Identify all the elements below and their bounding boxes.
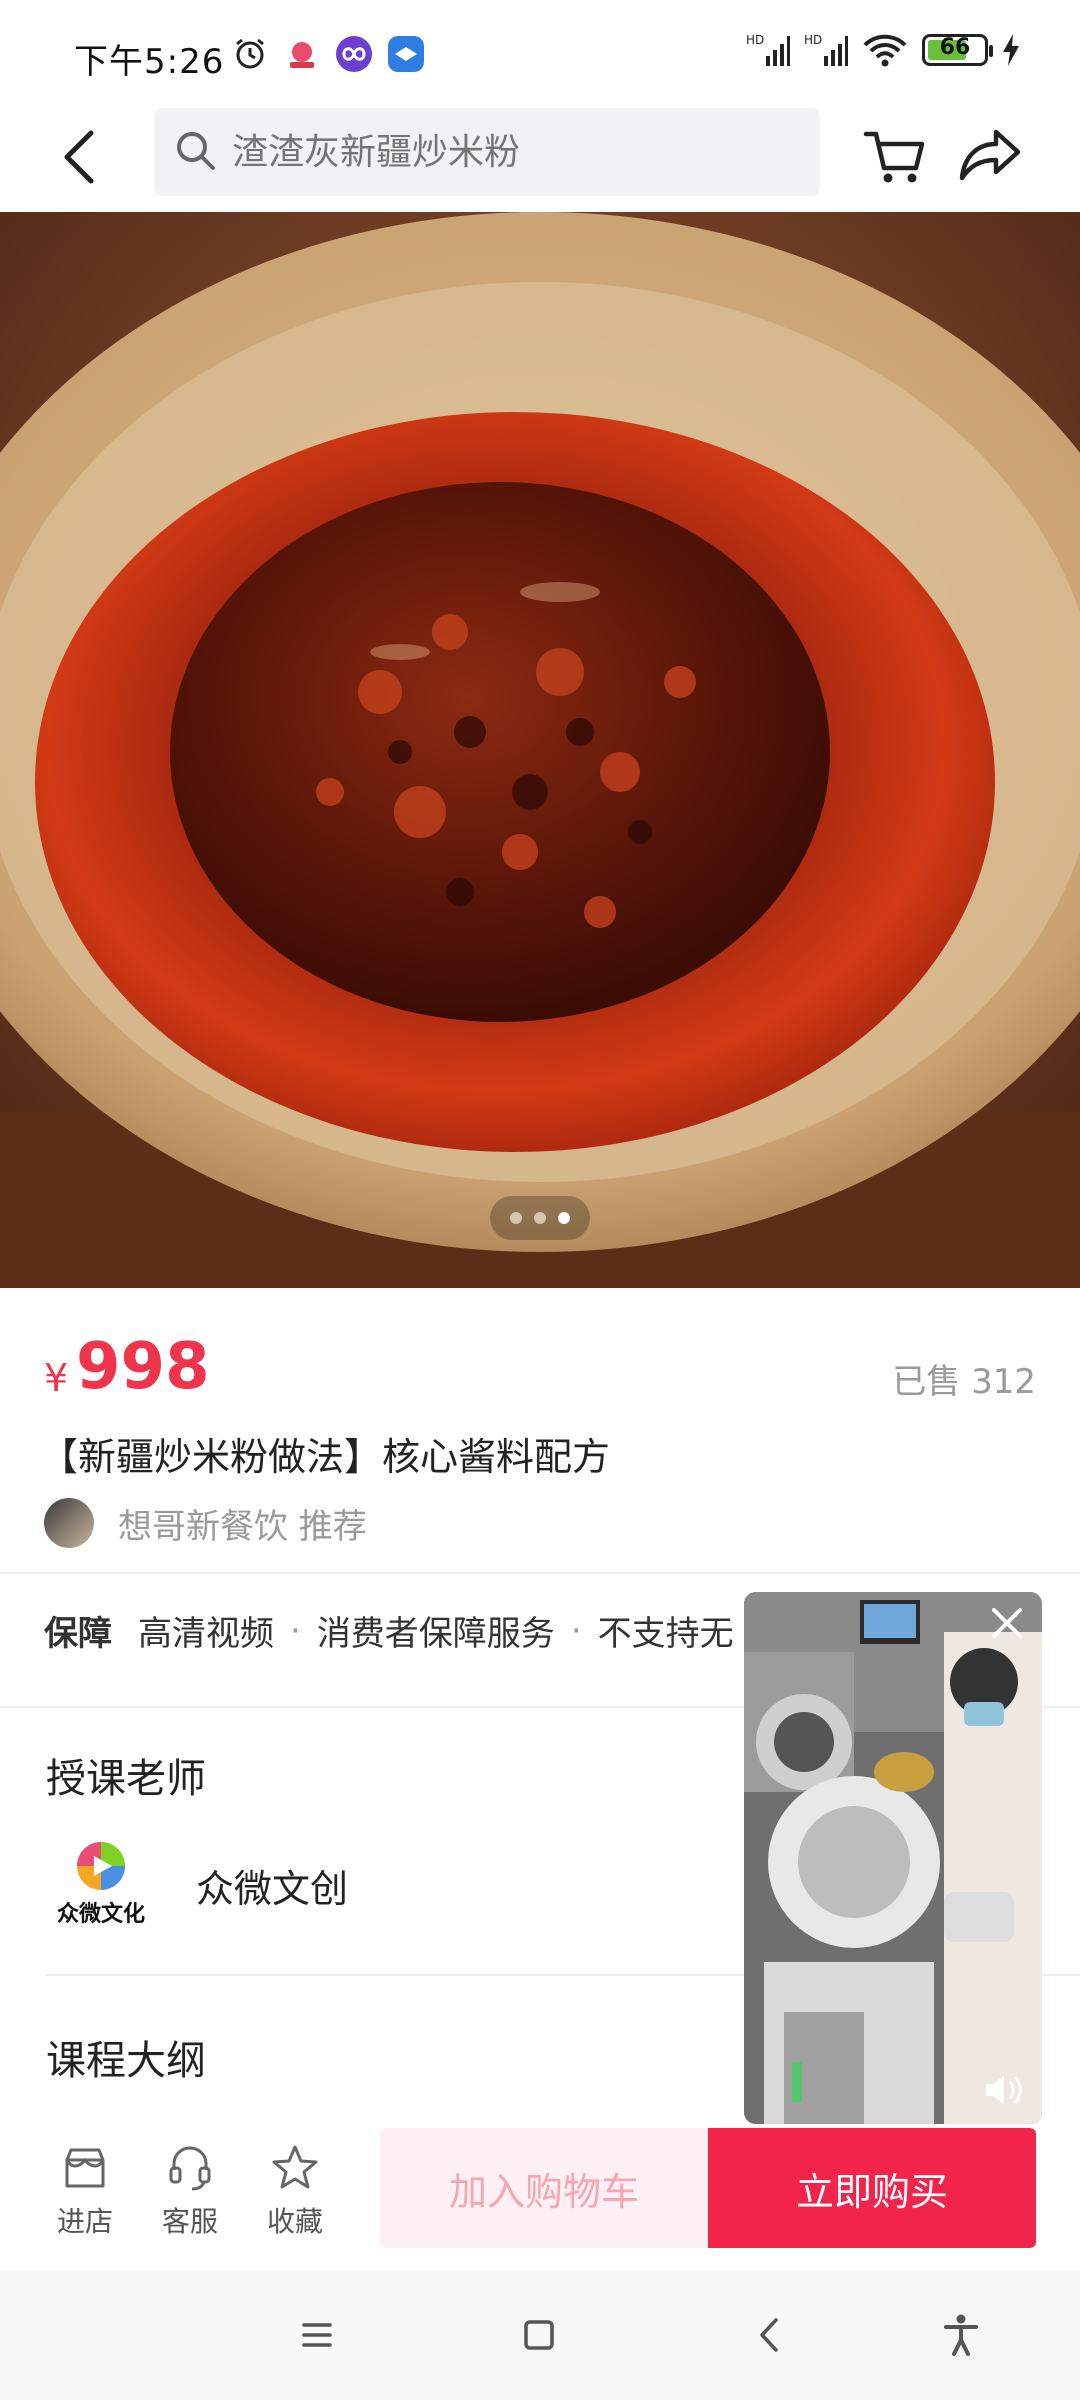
- accessibility-button[interactable]: [936, 2310, 986, 2360]
- chevron-left-icon: [760, 2318, 778, 2352]
- wifi-icon: [863, 34, 907, 67]
- price-row: ¥ 998 已售 312: [44, 1330, 1036, 1410]
- alarm-icon: [232, 36, 268, 72]
- bottom-action-bar: 进店 客服 收藏 加入购物车 立即购买: [0, 2126, 1080, 2268]
- cart-button[interactable]: [860, 120, 930, 190]
- guarantee-item: 高清视频: [138, 1614, 274, 1654]
- share-arrow-icon: [959, 129, 1021, 181]
- shopping-cart-icon: [863, 131, 925, 183]
- home-button[interactable]: [514, 2310, 564, 2360]
- battery-level: 66: [939, 35, 971, 60]
- status-time: 下午5:26: [74, 42, 225, 82]
- guarantee-separator: ·: [290, 1610, 301, 1651]
- customer-service-button[interactable]: 客服: [145, 2142, 235, 2240]
- signal-hd-icon: HD: [746, 33, 790, 66]
- shop-label: 进店: [56, 2205, 113, 2238]
- headset-icon: [164, 2142, 216, 2194]
- infinity-app-icon: [336, 36, 372, 72]
- signal-hd-icon-2: HD: [804, 33, 848, 66]
- floating-video-player[interactable]: [744, 1592, 1042, 2124]
- teacher-section-title: 授课老师: [46, 1756, 206, 1802]
- back-button[interactable]: [44, 122, 114, 192]
- outline-section-title: 课程大纲: [46, 2038, 206, 2084]
- guarantee-item: 消费者保障服务: [316, 1614, 555, 1654]
- system-back-button[interactable]: [744, 2310, 794, 2360]
- recommender-text: 想哥新餐饮 推荐: [118, 1506, 367, 1547]
- message-app-icon: [388, 36, 424, 72]
- carousel-dot: [534, 1212, 546, 1224]
- shop-button[interactable]: 进店: [40, 2142, 130, 2240]
- search-icon: [174, 129, 216, 175]
- product-image-carousel[interactable]: [0, 212, 1080, 1288]
- charging-icon: [1003, 34, 1019, 66]
- divider: [0, 1572, 1080, 1574]
- kitchen-video-frame: [744, 1592, 1042, 2124]
- customer-service-label: 客服: [161, 2205, 218, 2238]
- sound-toggle-button[interactable]: [982, 2070, 1026, 2110]
- favorite-label: 收藏: [266, 2205, 323, 2238]
- status-system-icons: HD HD 66: [746, 32, 1020, 68]
- chevron-left-icon: [64, 130, 94, 184]
- search-bar[interactable]: [154, 108, 820, 196]
- chili-sauce-bowl-image: [0, 212, 1080, 1288]
- search-input[interactable]: [230, 130, 794, 174]
- product-title: 【新疆炒米粉做法】核心酱料配方: [40, 1435, 611, 1479]
- price-currency: ¥: [44, 1356, 69, 1400]
- favorite-button[interactable]: 收藏: [250, 2142, 340, 2240]
- top-navigation: [0, 100, 1080, 210]
- status-notification-icons: [232, 36, 424, 72]
- guarantee-separator: ·: [570, 1610, 582, 1651]
- sold-count: 已售 312: [892, 1362, 1036, 1402]
- app-notification-icon: [284, 36, 320, 72]
- guarantee-label: 保障: [44, 1614, 112, 1654]
- battery-indicator: 66: [922, 34, 993, 66]
- guarantee-item: 不支持无: [597, 1614, 734, 1654]
- accessibility-icon: [944, 2314, 978, 2356]
- add-to-cart-button[interactable]: 加入购物车: [380, 2128, 708, 2248]
- price-value: 998: [76, 1330, 210, 1404]
- recommender-row[interactable]: 想哥新餐饮 推荐: [44, 1498, 367, 1548]
- svg-text:HD: HD: [746, 33, 764, 47]
- carousel-dot-active: [558, 1212, 570, 1224]
- product-page: 下午5:26 HD HD 66 渣渣灰新疆炒米粉 ¥ 998 已售 312 【新…: [0, 0, 1080, 2400]
- speaker-icon: [986, 2075, 1022, 2105]
- svg-text:HD: HD: [804, 33, 822, 47]
- carousel-indicator: [490, 1196, 590, 1240]
- close-video-button[interactable]: [986, 1602, 1028, 1644]
- carousel-dot: [510, 1212, 522, 1224]
- star-icon: [269, 2142, 321, 2194]
- menu-button[interactable]: [292, 2310, 342, 2360]
- square-home-icon: [524, 2320, 554, 2350]
- system-navigation-bar: [0, 2270, 1080, 2400]
- recommender-avatar: [44, 1498, 94, 1548]
- share-button[interactable]: [956, 120, 1026, 190]
- status-bar: 下午5:26 HD HD 66: [0, 0, 1080, 100]
- guarantee-row[interactable]: 保障 高清视频 · 消费者保障服务 · 不支持无: [44, 1606, 744, 1655]
- store-icon: [59, 2142, 111, 2194]
- menu-icon: [302, 2323, 332, 2347]
- teacher-row[interactable]: 众微文化 众微文创: [46, 1830, 348, 1940]
- teacher-logo-text: 众微文化: [56, 1902, 145, 1927]
- teacher-logo: 众微文化: [46, 1830, 156, 1940]
- close-icon: [992, 1608, 1022, 1638]
- buy-now-button[interactable]: 立即购买: [708, 2128, 1036, 2248]
- teacher-name: 众微文创: [196, 1866, 349, 1911]
